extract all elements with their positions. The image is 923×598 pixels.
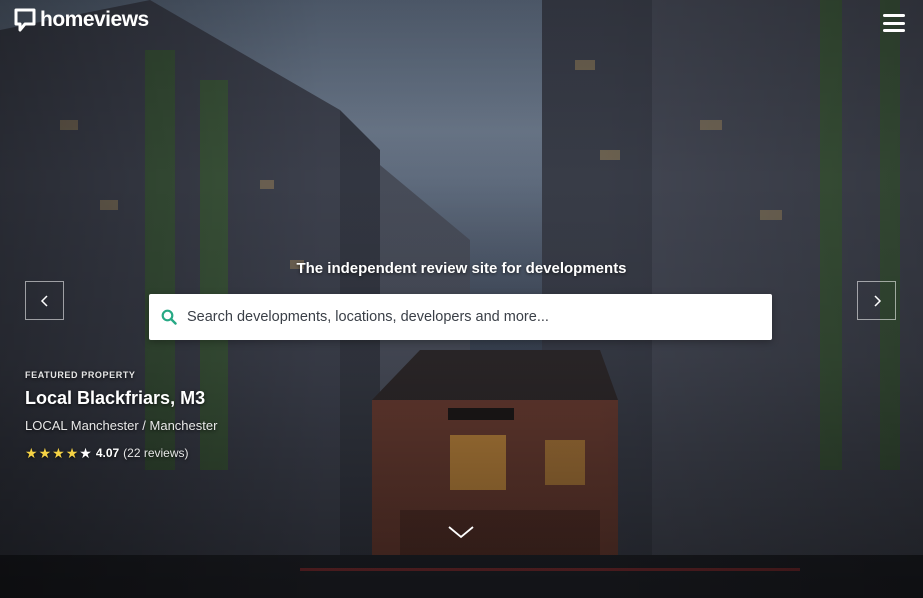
chevron-left-icon: [40, 294, 48, 307]
chevron-right-icon: [873, 294, 881, 307]
featured-rating: ★ ★ ★ ★ ★ 4.07 (22 reviews): [25, 446, 217, 460]
featured-developer-location[interactable]: LOCAL Manchester / Manchester: [25, 418, 217, 433]
star-icon: ★: [25, 445, 38, 461]
star-icon: ★: [79, 445, 92, 461]
featured-label: FEATURED PROPERTY: [25, 370, 136, 380]
star-icon: ★: [38, 445, 52, 461]
menu-line: [883, 14, 905, 17]
homeviews-speech-bubble-icon: [14, 8, 36, 32]
logo[interactable]: homeviews: [14, 8, 149, 32]
menu-line: [883, 29, 905, 32]
hamburger-menu-icon[interactable]: [883, 14, 905, 32]
carousel-prev-button[interactable]: [25, 281, 64, 320]
carousel-next-button[interactable]: [857, 281, 896, 320]
logo-text: homeviews: [40, 8, 149, 31]
search-bar[interactable]: [149, 294, 772, 340]
menu-line: [883, 21, 905, 25]
featured-property: FEATURED PROPERTY Local Blackfriars, M3 …: [25, 370, 217, 460]
featured-property-name[interactable]: Local Blackfriars, M3: [25, 388, 217, 409]
search-icon: [161, 309, 177, 325]
chevron-down-icon[interactable]: [447, 524, 475, 540]
star-rating: ★ ★ ★ ★ ★: [25, 446, 92, 460]
search-input[interactable]: [187, 294, 772, 340]
hero-tagline: The independent review site for developm…: [296, 260, 627, 277]
review-count[interactable]: (22 reviews): [123, 446, 188, 460]
star-icon: ★: [65, 445, 79, 461]
rating-score: 4.07: [95, 446, 120, 460]
star-icon: ★: [52, 445, 65, 461]
